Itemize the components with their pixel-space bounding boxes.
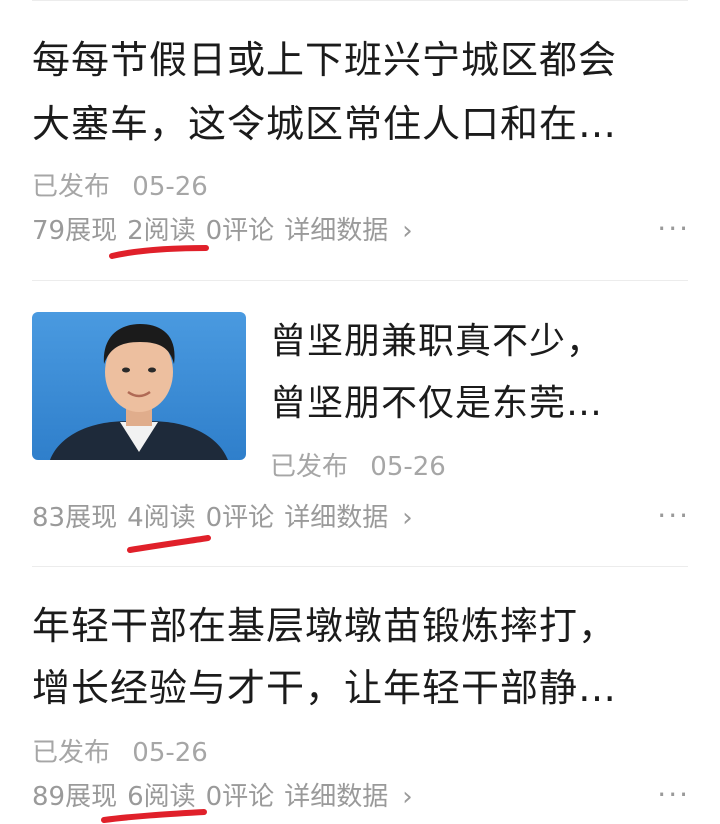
publish-status: 已发布 05-26 [32,166,208,203]
article-title-line2[interactable]: 大塞车，这令城区常住人口和在… [32,92,617,156]
more-options-icon[interactable]: ··· [657,212,690,245]
person-portrait-image [32,312,246,460]
chevron-right-icon: › [402,503,413,533]
red-underline-mark [109,245,209,259]
detail-data-link[interactable]: 详细数据 › [284,216,422,246]
stats-row: 83展现 4阅读 0评论 详细数据 › [32,497,433,534]
article-title-line2[interactable]: 增长经验与才干，让年轻干部静… [32,656,617,720]
impressions-count: 79展现 [32,216,118,246]
status-label: 已发布 [270,452,349,482]
article-title-line1[interactable]: 年轻干部在基层墩墩苗锻炼摔打， [32,594,617,658]
article-title-line1[interactable]: 每每节假日或上下班兴宁城区都会 [32,28,617,92]
divider [32,566,688,567]
red-underline-mark [101,809,207,823]
publish-date: 05-26 [132,738,208,768]
impressions-count: 83展现 [32,503,118,533]
article-title-line2[interactable]: 曾坚朋不仅是东莞… [270,374,603,434]
publish-status: 已发布 05-26 [32,732,208,769]
top-divider [32,0,688,1]
more-options-icon[interactable]: ··· [657,778,690,811]
publish-date: 05-26 [370,452,446,482]
status-label: 已发布 [32,172,111,202]
comments-count: 0评论 [205,503,275,533]
detail-data-label: 详细数据 [284,216,389,246]
detail-data-label: 详细数据 [284,503,389,533]
article-title-line1[interactable]: 曾坚朋兼职真不少， [270,312,603,372]
chevron-right-icon: › [402,782,413,812]
comments-count: 0评论 [205,782,275,812]
reads-count: 4阅读 [127,503,196,533]
red-underline-mark [127,535,211,553]
article-thumbnail[interactable] [32,312,246,460]
more-options-icon[interactable]: ··· [657,499,690,532]
status-label: 已发布 [32,738,111,768]
detail-data-link[interactable]: 详细数据 › [284,782,422,812]
publish-status: 已发布 05-26 [270,446,446,483]
detail-data-label: 详细数据 [284,782,389,812]
stats-row: 89展现 6阅读 0评论 详细数据 › [32,776,433,813]
comments-count: 0评论 [205,216,275,246]
stats-row: 79展现 2阅读 0评论 详细数据 › [32,210,433,247]
chevron-right-icon: › [402,216,413,246]
divider [32,280,688,281]
publish-date: 05-26 [132,172,208,202]
detail-data-link[interactable]: 详细数据 › [284,503,422,533]
